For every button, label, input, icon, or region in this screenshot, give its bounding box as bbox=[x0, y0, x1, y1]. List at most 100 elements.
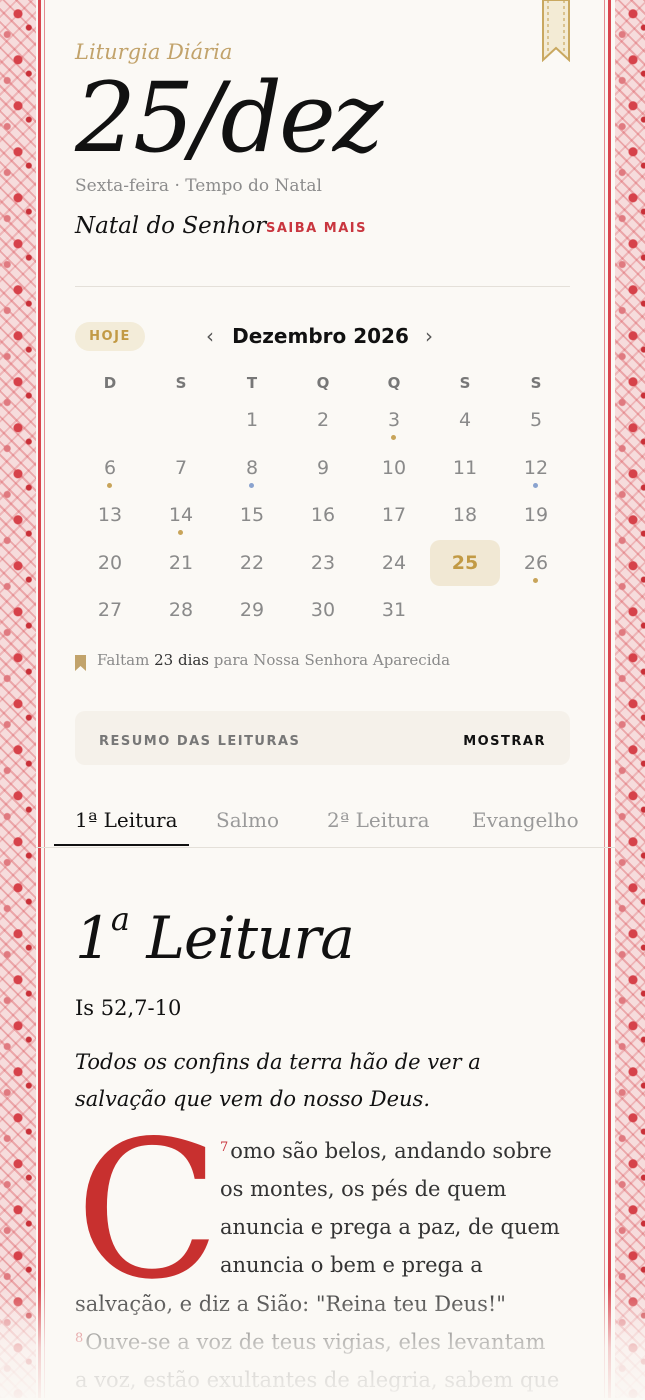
calendar-day[interactable]: 19 bbox=[501, 492, 571, 538]
date-heading: 25/dez bbox=[75, 62, 383, 174]
calendar-day-number: 14 bbox=[168, 504, 194, 526]
event-dot-icon bbox=[533, 482, 538, 488]
calendar-day-number: 20 bbox=[97, 551, 123, 574]
readings-tabs: 1ª Leitura Salmo 2ª Leitura Evangelho bbox=[36, 800, 615, 848]
calendar-day[interactable]: 30 bbox=[288, 587, 358, 633]
calendar-day[interactable]: 5 bbox=[501, 397, 571, 443]
calendar-day[interactable]: 27 bbox=[75, 587, 145, 633]
calendar-day-number: 8 bbox=[245, 456, 259, 479]
calendar-day[interactable]: 18 bbox=[430, 492, 500, 538]
reading-line: 7omo são belos, andando sobre bbox=[220, 1132, 552, 1171]
tab-first-reading[interactable]: 1ª Leitura bbox=[75, 808, 178, 832]
weekday-label: S bbox=[459, 374, 471, 392]
calendar-day-number: 29 bbox=[239, 599, 265, 621]
calendar-day[interactable]: 4 bbox=[430, 397, 500, 443]
calendar-day[interactable]: 17 bbox=[359, 492, 429, 538]
decorative-border-left bbox=[0, 0, 45, 1398]
reading-title-number: 1 bbox=[75, 904, 112, 972]
reading-reference: Is 52,7-10 bbox=[75, 996, 182, 1020]
calendar-day-number: 23 bbox=[310, 551, 336, 574]
verse-number: 7 bbox=[220, 1140, 229, 1155]
calendar-day[interactable]: 29 bbox=[217, 587, 287, 633]
tab-second-reading[interactable]: 2ª Leitura bbox=[327, 808, 430, 832]
calendar-day-number: 7 bbox=[174, 456, 188, 479]
calendar-day[interactable]: 3 bbox=[359, 397, 429, 443]
calendar-day[interactable]: 14 bbox=[146, 492, 216, 538]
bookmark-icon bbox=[75, 655, 86, 671]
calendar-day-number: 10 bbox=[381, 456, 407, 479]
weekday-label: T bbox=[246, 374, 258, 392]
weekday-label: D bbox=[103, 374, 117, 392]
countdown-suffix: para Nossa Senhora Aparecida bbox=[213, 651, 451, 669]
calendar-day[interactable]: 23 bbox=[288, 540, 358, 586]
bookmark-ribbon-icon[interactable] bbox=[542, 0, 570, 62]
calendar-day[interactable]: 16 bbox=[288, 492, 358, 538]
reading-line-text: Ouve-se a voz de teus vigias, eles levan… bbox=[85, 1330, 546, 1354]
calendar-day[interactable]: 11 bbox=[430, 445, 500, 491]
show-summary-button[interactable]: MOSTRAR bbox=[463, 734, 546, 749]
calendar-day-number: 17 bbox=[381, 504, 407, 526]
saiba-mais-link[interactable]: SAIBA MAIS bbox=[266, 221, 367, 236]
event-dot-icon bbox=[178, 530, 183, 535]
calendar-day[interactable]: 1 bbox=[217, 397, 287, 443]
calendar-day-number: 11 bbox=[452, 456, 478, 479]
event-dot-icon bbox=[533, 577, 538, 583]
reading-line: salvação, e diz a Sião: "Reina teu Deus!… bbox=[75, 1292, 506, 1316]
countdown-prefix: Faltam bbox=[97, 651, 150, 669]
calendar-day-number: 22 bbox=[239, 551, 265, 574]
calendar-day-number: 27 bbox=[97, 599, 123, 621]
drop-cap: C bbox=[75, 1100, 221, 1321]
calendar-day[interactable]: 24 bbox=[359, 540, 429, 586]
next-month-icon[interactable]: › bbox=[425, 324, 433, 348]
decorative-border-right bbox=[604, 0, 645, 1398]
readings-summary-card[interactable]: RESUMO DAS LEITURAS MOSTRAR bbox=[75, 711, 570, 765]
calendar-day-number: 16 bbox=[310, 504, 336, 526]
calendar-day[interactable]: 12 bbox=[501, 445, 571, 491]
weekday-label: S bbox=[530, 374, 542, 392]
verse-number: 8 bbox=[75, 1331, 84, 1346]
calendar-day[interactable]: 6 bbox=[75, 445, 145, 491]
separator-dot: · bbox=[174, 176, 186, 196]
previous-month-icon[interactable]: ‹ bbox=[206, 324, 214, 348]
calendar-day-number: 13 bbox=[97, 504, 123, 526]
tab-gospel[interactable]: Evangelho bbox=[472, 808, 579, 832]
reading-line: anuncia e prega a paz, de quem bbox=[220, 1215, 560, 1239]
reading-line: 8Ouve-se a voz de teus vigias, eles leva… bbox=[75, 1323, 545, 1362]
calendar-day[interactable]: 13 bbox=[75, 492, 145, 538]
calendar-day[interactable]: 15 bbox=[217, 492, 287, 538]
calendar-day-number: 31 bbox=[381, 599, 407, 621]
calendar-day-number: 2 bbox=[316, 409, 330, 431]
calendar-day[interactable]: 22 bbox=[217, 540, 287, 586]
calendar-day[interactable]: 2 bbox=[288, 397, 358, 443]
event-dot-icon bbox=[391, 435, 396, 440]
calendar-day[interactable]: 10 bbox=[359, 445, 429, 491]
calendar-day-number: 4 bbox=[458, 409, 472, 431]
calendar-day[interactable]: 31 bbox=[359, 587, 429, 633]
calendar-day-number: 28 bbox=[168, 599, 194, 621]
countdown-days: 23 dias bbox=[154, 651, 210, 669]
event-dot-icon bbox=[107, 482, 112, 488]
calendar-day-number: 24 bbox=[381, 551, 407, 574]
calendar-day-number: 21 bbox=[168, 551, 194, 574]
calendar-day[interactable]: 8 bbox=[217, 445, 287, 491]
calendar-day-number: 6 bbox=[103, 456, 117, 479]
reading-title-word: Leitura bbox=[146, 904, 354, 972]
calendar-day[interactable]: 26 bbox=[501, 540, 571, 586]
calendar-day[interactable]: 7 bbox=[146, 445, 216, 491]
tab-psalm[interactable]: Salmo bbox=[216, 808, 279, 832]
weekday-label: Q bbox=[387, 374, 401, 392]
calendar-day[interactable]: 28 bbox=[146, 587, 216, 633]
lead-line: Todos os confins da terra hão de ver a bbox=[75, 1050, 481, 1074]
calendar-day[interactable]: 21 bbox=[146, 540, 216, 586]
calendar-day[interactable]: 9 bbox=[288, 445, 358, 491]
calendar-day[interactable]: 20 bbox=[75, 540, 145, 586]
calendar-day-number: 18 bbox=[452, 504, 478, 526]
today-button[interactable]: HOJE bbox=[75, 322, 145, 351]
weekday-text: Sexta-feira bbox=[75, 176, 170, 196]
calendar-day[interactable]: 25 bbox=[430, 539, 500, 586]
month-label: Dezembro 2026 bbox=[232, 324, 409, 348]
calendar-day-number: 5 bbox=[529, 409, 543, 431]
calendar-day-number: 12 bbox=[523, 456, 549, 479]
calendar-day-number: 3 bbox=[387, 409, 401, 431]
feast-title: Natal do Senhor bbox=[75, 213, 267, 239]
